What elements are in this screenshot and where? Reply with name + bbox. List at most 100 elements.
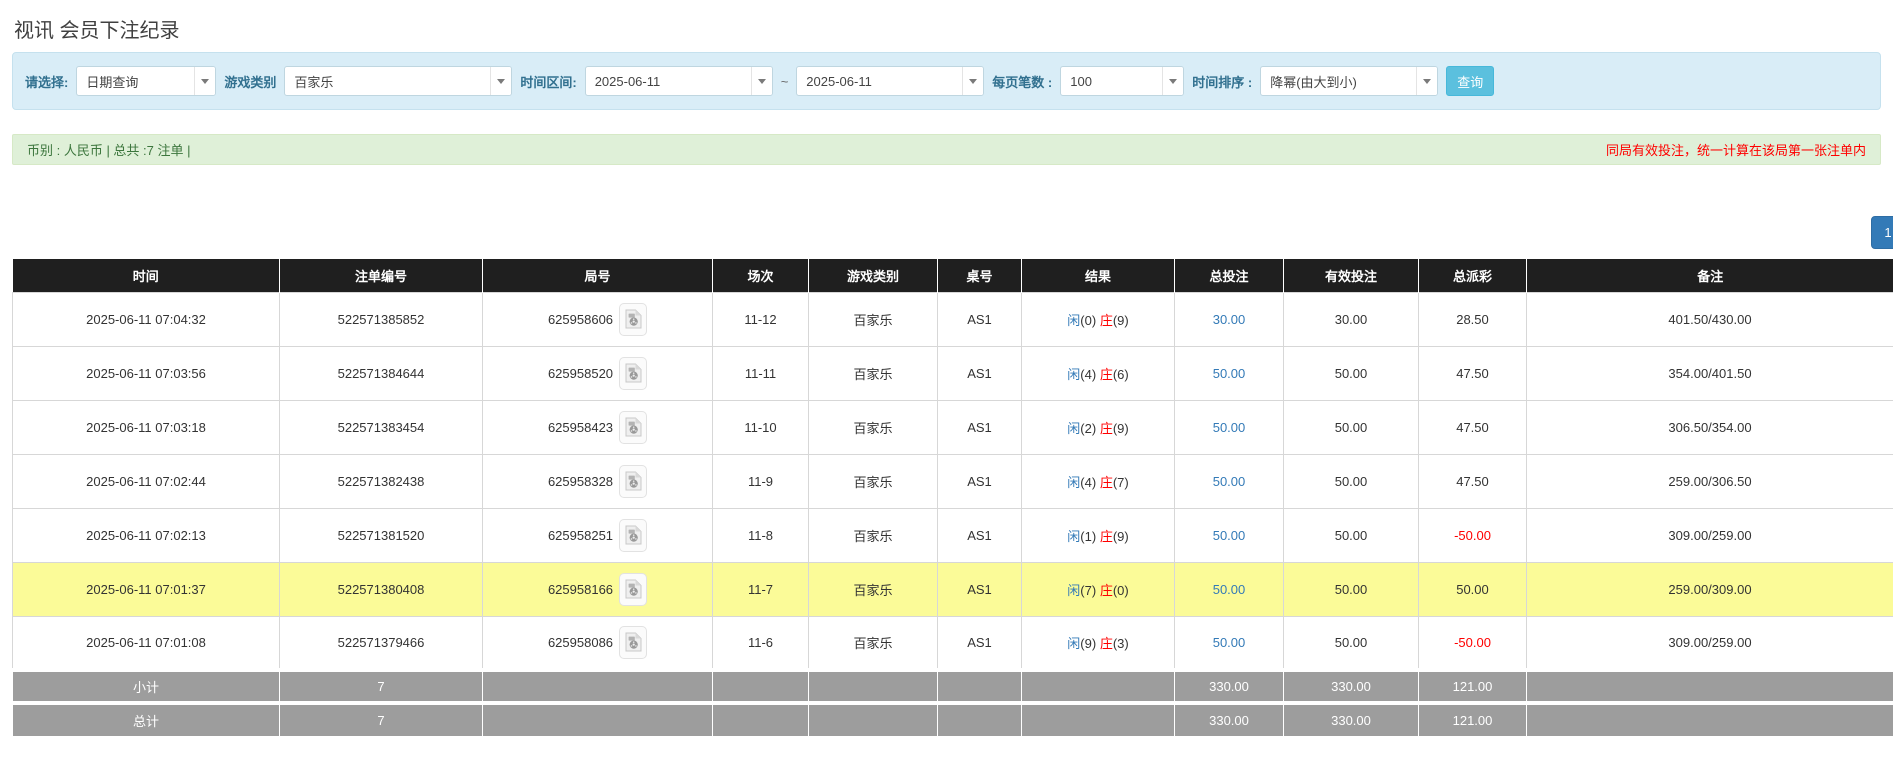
video-replay-icon[interactable] [619,357,647,390]
result-cell: 闲(7) 庄(0) [1022,562,1175,616]
bet-time: 2025-06-11 07:04:32 [13,292,280,346]
range-separator: ~ [781,74,789,89]
remark: 259.00/309.00 [1527,562,1893,616]
chevron-down-icon[interactable] [194,67,215,95]
result-cell: 闲(0) 庄(9) [1022,292,1175,346]
chevron-down-icon[interactable] [962,67,983,95]
chevron-down-icon[interactable] [1416,67,1437,95]
round-number: 625958251 [548,528,613,543]
remark: 259.00/306.50 [1527,454,1893,508]
select-type-label: 请选择: [25,72,68,91]
round-cell: 625958423 [483,400,713,454]
table-row: 2025-06-11 07:03:56 522571384644 6259585… [13,346,1893,400]
session: 11-6 [713,616,809,670]
chevron-down-icon[interactable] [751,67,772,95]
video-replay-icon[interactable] [619,573,647,606]
table-number: AS1 [938,616,1022,670]
valid-bet: 50.00 [1284,454,1419,508]
result-banker: 庄 [1100,529,1113,544]
table-number: AS1 [938,562,1022,616]
bet-number: 522571385852 [280,292,483,346]
result-banker: 庄 [1100,636,1113,651]
table-number: AS1 [938,508,1022,562]
subtotal-total-bet: 330.00 [1175,670,1284,703]
result-player: 闲 [1067,367,1080,382]
total-count: 7 [280,703,483,736]
result-banker: 庄 [1100,367,1113,382]
total-bet-link[interactable]: 50.00 [1213,366,1246,381]
video-replay-icon[interactable] [619,303,647,336]
chevron-down-icon[interactable] [490,67,511,95]
result-banker: 庄 [1100,421,1113,436]
table-row: 2025-06-11 07:02:13 522571381520 6259582… [13,508,1893,562]
filter-bar: 请选择: 日期查询 游戏类别 百家乐 时间区间: 2025-06-11 ~ 20… [12,52,1881,110]
result-banker: 庄 [1100,313,1113,328]
bet-time: 2025-06-11 07:03:56 [13,346,280,400]
date-to-select[interactable]: 2025-06-11 [796,66,984,96]
video-replay-icon[interactable] [619,626,647,659]
result-player-score: (1) [1080,529,1096,544]
total-bet-cell: 30.00 [1175,292,1284,346]
game-type-value: 百家乐 [285,67,490,95]
chevron-down-icon[interactable] [1162,67,1183,95]
round-cell: 625958520 [483,346,713,400]
round-number: 625958520 [548,366,613,381]
valid-bet: 50.00 [1284,616,1419,670]
date-from-value: 2025-06-11 [586,67,751,95]
round-cell: 625958166 [483,562,713,616]
video-replay-icon[interactable] [619,465,647,498]
subtotal-label: 小计 [13,670,280,703]
result-player: 闲 [1067,529,1080,544]
search-button[interactable]: 查询 [1446,66,1494,96]
game-type-select[interactable]: 百家乐 [284,66,512,96]
total-payout: 121.00 [1419,703,1527,736]
total-bet-cell: 50.00 [1175,454,1284,508]
result-cell: 闲(4) 庄(6) [1022,346,1175,400]
query-type-select[interactable]: 日期查询 [76,66,216,96]
result-banker-score: (0) [1113,583,1129,598]
remark: 306.50/354.00 [1527,400,1893,454]
payout-value: 47.50 [1419,346,1527,400]
pagination-row: 1 [0,165,1893,259]
total-bet-link[interactable]: 50.00 [1213,420,1246,435]
valid-bet: 50.00 [1284,346,1419,400]
total-total-bet: 330.00 [1175,703,1284,736]
subtotal-valid-bet: 330.00 [1284,670,1419,703]
session: 11-11 [713,346,809,400]
page-title: 视讯 会员下注纪录 [14,14,1893,43]
table-row: 2025-06-11 07:01:37 522571380408 6259581… [13,562,1893,616]
total-valid-bet: 330.00 [1284,703,1419,736]
total-bet-link[interactable]: 50.00 [1213,582,1246,597]
date-from-select[interactable]: 2025-06-11 [585,66,773,96]
bet-number: 522571381520 [280,508,483,562]
payout-value: 47.50 [1419,400,1527,454]
total-bet-cell: 50.00 [1175,616,1284,670]
result-banker-score: (9) [1113,529,1129,544]
valid-bet-notice: 同局有效投注，统一计算在该局第一张注单内 [1606,140,1866,159]
result-banker: 庄 [1100,583,1113,598]
col-table-number: 桌号 [938,259,1022,292]
col-game-type: 游戏类别 [809,259,938,292]
currency-total-text: 币别 : 人民币 | 总共 :7 注单 | [27,140,191,159]
session: 11-7 [713,562,809,616]
session: 11-10 [713,400,809,454]
result-player-score: (9) [1080,636,1096,651]
total-bet-link[interactable]: 30.00 [1213,312,1246,327]
video-replay-icon[interactable] [619,411,647,444]
result-player: 闲 [1067,475,1080,490]
total-bet-link[interactable]: 50.00 [1213,635,1246,650]
table-number: AS1 [938,400,1022,454]
page-size-label: 每页笔数 : [992,72,1052,91]
page-size-select[interactable]: 100 [1060,66,1184,96]
total-bet-link[interactable]: 50.00 [1213,474,1246,489]
video-replay-icon[interactable] [619,519,647,552]
table-header-row: 时间 注单编号 局号 场次 游戏类别 桌号 结果 总投注 有效投注 总派彩 备注 [13,259,1893,292]
total-bet-link[interactable]: 50.00 [1213,528,1246,543]
session: 11-8 [713,508,809,562]
game-type-label: 游戏类别 [224,72,276,91]
result-cell: 闲(9) 庄(3) [1022,616,1175,670]
result-banker-score: (9) [1113,421,1129,436]
time-sort-select[interactable]: 降幂(由大到小) [1260,66,1438,96]
payout-value: 50.00 [1419,562,1527,616]
pagination-page-1[interactable]: 1 [1871,216,1893,249]
